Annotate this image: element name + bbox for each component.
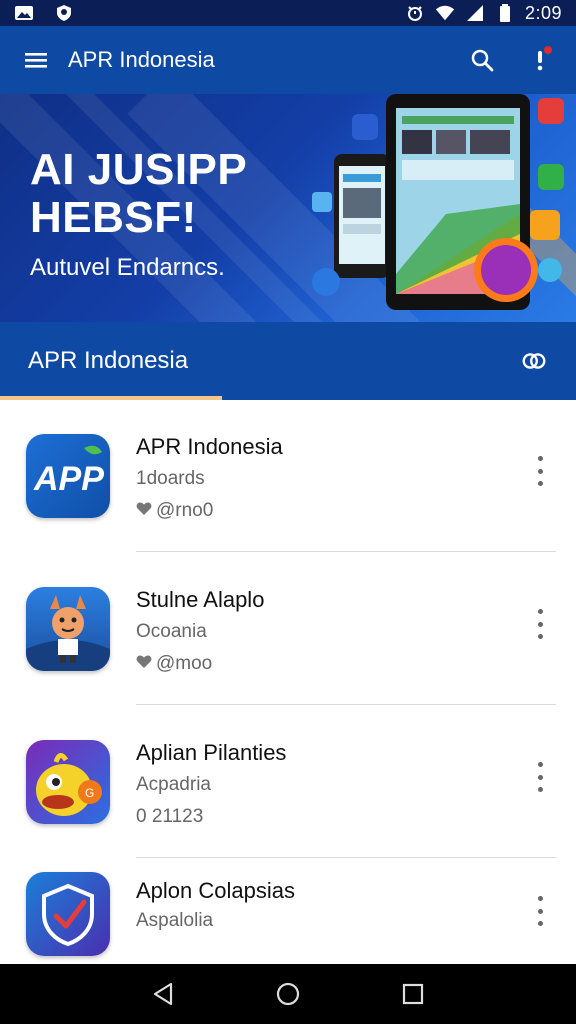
more-options-icon[interactable] (530, 896, 550, 926)
app-name: APR Indonesia (136, 434, 283, 459)
back-icon[interactable] (149, 980, 177, 1008)
yellow-bird-icon: G (26, 740, 110, 824)
search-icon[interactable] (468, 46, 496, 74)
app-meta: @moo (136, 653, 212, 675)
app-meta-text: 0 21123 (136, 806, 204, 827)
app-subtitle: Acpadria (136, 774, 211, 795)
recents-icon[interactable] (399, 980, 427, 1008)
navigation-bar (0, 964, 576, 1024)
alarm-icon (405, 4, 425, 22)
app-meta: 0 21123 (136, 806, 203, 828)
list-item[interactable]: G Aplian Pilanties Acpadria 0 21123 (0, 706, 576, 858)
gallery-icon (14, 4, 34, 22)
heart-icon (136, 653, 152, 675)
app-subtitle: 1doards (136, 468, 205, 489)
banner-headline: AI JUSIPP HEBSF! (30, 146, 247, 242)
signal-icon (465, 4, 485, 22)
apr-logo-icon: APP (26, 434, 110, 518)
list-item[interactable]: Stulne Alaplo Ocoania @moo (0, 553, 576, 705)
app-meta-text: @moo (156, 653, 213, 674)
refresh-icon[interactable] (520, 347, 548, 375)
section-header: APR Indonesia (0, 322, 576, 400)
battery-icon (495, 4, 515, 22)
wifi-icon (435, 4, 455, 22)
status-bar: 2:09 (0, 0, 576, 26)
app-name: Aplian Pilanties (136, 740, 287, 765)
divider (136, 551, 556, 552)
svg-text:G: G (85, 786, 94, 800)
app-subtitle: Ocoania (136, 621, 207, 642)
section-title: APR Indonesia (28, 347, 189, 374)
status-time: 2:09 (524, 2, 562, 23)
banner-headline-line2: HEBSF! (30, 193, 197, 242)
app-name: Aplon Colapsias (136, 878, 295, 903)
more-options-icon[interactable] (530, 609, 550, 639)
list-item[interactable]: Aplon Colapsias Aspalolia (0, 854, 576, 964)
divider (136, 704, 556, 705)
app-list: APP APR Indonesia 1doards @rno0 Stulne A… (0, 400, 576, 964)
more-options-icon[interactable] (530, 456, 550, 486)
home-icon[interactable] (274, 980, 302, 1008)
promo-banner[interactable]: AI JUSIPP HEBSF! Autuvel Endarncs. (0, 94, 576, 322)
shield-icon (54, 4, 74, 22)
menu-icon[interactable] (22, 46, 50, 74)
notification-icon[interactable] (526, 46, 554, 74)
app-meta: @rno0 (136, 500, 213, 522)
cartoon-character-icon (26, 587, 110, 671)
notification-badge (544, 46, 552, 54)
app-bar: APR Indonesia (0, 26, 576, 94)
app-meta-text: @rno0 (156, 500, 214, 521)
devices-illustration (312, 94, 564, 310)
app-name: Stulne Alaplo (136, 587, 265, 612)
list-item[interactable]: APP APR Indonesia 1doards @rno0 (0, 400, 576, 552)
shield-check-icon (26, 872, 110, 956)
heart-icon (136, 500, 152, 522)
svg-text:APP: APP (33, 460, 104, 498)
app-title: APR Indonesia (68, 47, 215, 72)
app-subtitle: Aspalolia (136, 910, 214, 931)
banner-headline-line1: AI JUSIPP (30, 145, 248, 194)
more-options-icon[interactable] (530, 762, 550, 792)
banner-tagline: Autuvel Endarncs. (30, 254, 225, 281)
